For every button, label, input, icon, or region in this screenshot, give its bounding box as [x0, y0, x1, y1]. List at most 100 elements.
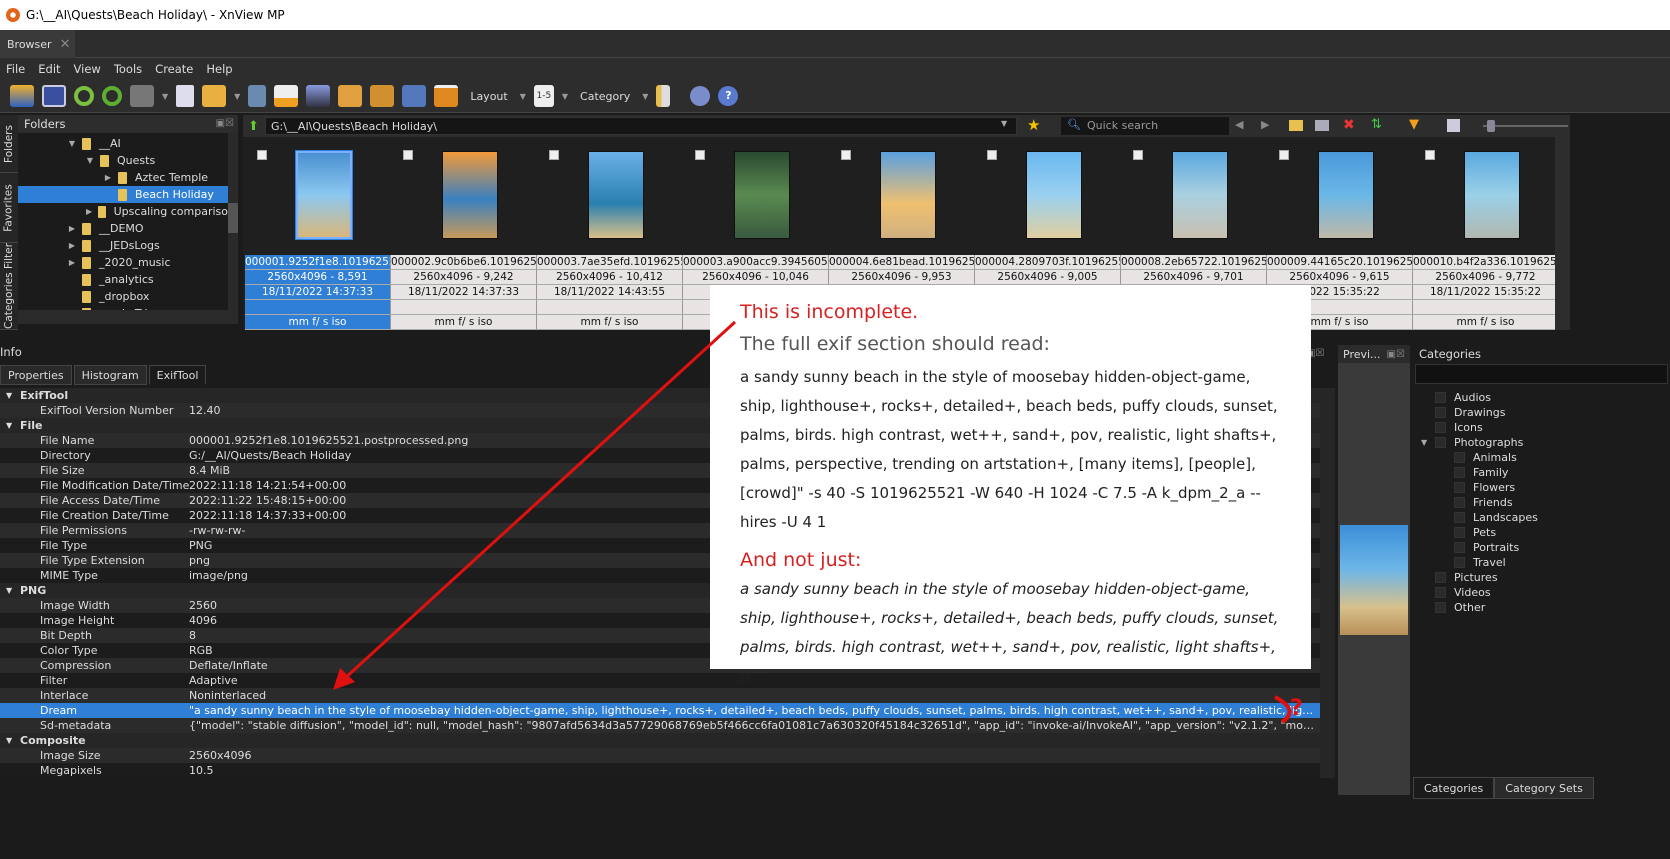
category-checkbox[interactable]: [1454, 542, 1465, 553]
category-checkbox[interactable]: [1454, 512, 1465, 523]
folder-item[interactable]: ▶ Upscaling compariso: [18, 203, 228, 220]
forward-icon[interactable]: ▶: [1261, 118, 1269, 131]
expanded-arrow-icon[interactable]: ▼: [6, 586, 12, 595]
thumbnail-cell[interactable]: 000003.7ae35efd.10196255... 2560x4096 - 1…: [537, 137, 683, 330]
print-icon[interactable]: [274, 85, 299, 107]
expanded-arrow-icon[interactable]: ▼: [66, 139, 78, 148]
batch-convert-icon[interactable]: [370, 85, 395, 107]
favorites-star-icon[interactable]: ★: [1027, 116, 1040, 134]
menu-create[interactable]: Create: [155, 62, 193, 76]
tab-category-sets[interactable]: Category Sets: [1494, 777, 1594, 799]
category-menu[interactable]: Category: [576, 90, 634, 103]
tab-categories[interactable]: Categories: [1413, 777, 1495, 799]
expanded-arrow-icon[interactable]: ▼: [6, 736, 12, 745]
wallpaper-icon[interactable]: [434, 85, 459, 107]
delete-icon[interactable]: ✖: [1343, 117, 1355, 133]
folder-item[interactable]: _dropbox: [18, 288, 228, 305]
category-checkbox[interactable]: [1435, 572, 1446, 583]
exif-row[interactable]: Image Size 2560x4096: [0, 748, 1320, 763]
open-image-icon[interactable]: [10, 85, 34, 107]
category-checkbox[interactable]: [1454, 557, 1465, 568]
category-checkbox[interactable]: [1435, 422, 1446, 433]
category-item[interactable]: Videos: [1435, 585, 1491, 600]
panel-float-close-icons[interactable]: ▣☒: [1387, 349, 1405, 360]
horizontal-scrollbar[interactable]: [18, 310, 238, 324]
select-checkbox[interactable]: [403, 150, 413, 160]
folder-item[interactable]: ▼ __AI: [18, 135, 228, 152]
category-item[interactable]: Pictures: [1435, 570, 1498, 585]
category-checkbox[interactable]: [1454, 452, 1465, 463]
category-item[interactable]: Flowers: [1454, 480, 1515, 495]
info-icon[interactable]: [176, 85, 195, 107]
up-folder-icon[interactable]: ⬆: [248, 119, 259, 134]
select-checkbox[interactable]: [1133, 150, 1143, 160]
collapsed-arrow-icon[interactable]: ▶: [66, 241, 78, 250]
tab-browser[interactable]: Browser ✕: [0, 30, 75, 58]
quick-search-input[interactable]: Quick search: [1061, 117, 1229, 135]
thumbnail-cell[interactable]: 000001.9252f1e8.10196255... 2560x4096 - 8…: [245, 137, 391, 330]
menu-file[interactable]: File: [6, 62, 25, 76]
help-icon[interactable]: ?: [718, 86, 739, 106]
vertical-scrollbar[interactable]: [228, 133, 238, 310]
categories-search-input[interactable]: [1415, 364, 1668, 384]
category-checkbox[interactable]: [1435, 602, 1446, 613]
transform-icon[interactable]: [130, 85, 154, 107]
folder-item[interactable]: _analytics: [18, 271, 228, 288]
collapsed-arrow-icon[interactable]: ▶: [66, 258, 78, 267]
collapsed-arrow-icon[interactable]: ▶: [102, 173, 114, 182]
category-checkbox[interactable]: [1435, 587, 1446, 598]
category-item[interactable]: Audios: [1435, 390, 1491, 405]
expanded-arrow-icon[interactable]: ▼: [6, 391, 12, 400]
select-checkbox[interactable]: [987, 150, 997, 160]
collapsed-arrow-icon[interactable]: ▶: [84, 207, 94, 216]
thumbnail-scrollbar[interactable]: [1555, 137, 1570, 330]
category-item[interactable]: Animals: [1454, 450, 1517, 465]
select-checkbox[interactable]: [257, 150, 267, 160]
exif-row[interactable]: Megapixels 10.5: [0, 763, 1320, 778]
back-icon[interactable]: ◀: [1235, 118, 1243, 131]
expanded-arrow-icon[interactable]: ▼: [84, 156, 96, 165]
category-checkbox[interactable]: [1454, 497, 1465, 508]
tab-properties[interactable]: Properties: [0, 365, 72, 385]
select-checkbox[interactable]: [1279, 150, 1289, 160]
page-badge[interactable]: 1-5: [533, 85, 554, 107]
category-item[interactable]: Travel: [1454, 555, 1506, 570]
select-checkbox[interactable]: [549, 150, 559, 160]
category-item[interactable]: Drawings: [1435, 405, 1505, 420]
copy-move-icon[interactable]: [202, 85, 227, 107]
rename-icon[interactable]: [1315, 120, 1329, 131]
exif-group-row[interactable]: ▼ Composite: [0, 733, 1320, 748]
folder-item[interactable]: ▶ _2020_music: [18, 254, 228, 271]
folder-item[interactable]: ▼ Quests: [18, 152, 228, 169]
layout-menu[interactable]: Layout: [466, 90, 511, 103]
menu-help[interactable]: Help: [206, 62, 232, 76]
folder-item[interactable]: ▶ __DEMO: [18, 220, 228, 237]
folder-item[interactable]: ▶ __JEDsLogs: [18, 237, 228, 254]
category-item[interactable]: Icons: [1435, 420, 1483, 435]
menu-tools[interactable]: Tools: [114, 62, 142, 76]
close-icon[interactable]: ✕: [60, 37, 71, 52]
menu-view[interactable]: View: [74, 62, 101, 76]
screenshot-icon[interactable]: [402, 85, 427, 107]
category-item[interactable]: Friends: [1454, 495, 1513, 510]
category-item[interactable]: Pets: [1454, 525, 1496, 540]
select-checkbox[interactable]: [1425, 150, 1435, 160]
thumbnail-size-slider[interactable]: [1483, 120, 1568, 132]
scanner-icon[interactable]: [306, 85, 331, 107]
category-checkbox[interactable]: [1435, 407, 1446, 418]
collapsed-arrow-icon[interactable]: ▶: [66, 224, 78, 233]
expanded-arrow-icon[interactable]: ▼: [1421, 438, 1427, 447]
path-input[interactable]: G:\__AI\Quests\Beach Holiday\: [265, 117, 1017, 135]
category-item[interactable]: Portraits: [1454, 540, 1519, 555]
vtab-folders[interactable]: Folders: [0, 115, 18, 173]
select-checkbox[interactable]: [841, 150, 851, 160]
menu-edit[interactable]: Edit: [38, 62, 60, 76]
settings-gear-icon[interactable]: [690, 86, 711, 106]
path-dropdown-icon[interactable]: ▼: [1001, 119, 1007, 128]
exif-scrollbar[interactable]: [1320, 388, 1335, 778]
thumbnail-cell[interactable]: 000010.b4f2a336.10196255... 2560x4096 - 9…: [1413, 137, 1559, 330]
fullscreen-icon[interactable]: [42, 85, 66, 107]
category-checkbox[interactable]: [1454, 482, 1465, 493]
filter-icon[interactable]: ▼: [1409, 117, 1419, 132]
category-item[interactable]: Landscapes: [1454, 510, 1538, 525]
